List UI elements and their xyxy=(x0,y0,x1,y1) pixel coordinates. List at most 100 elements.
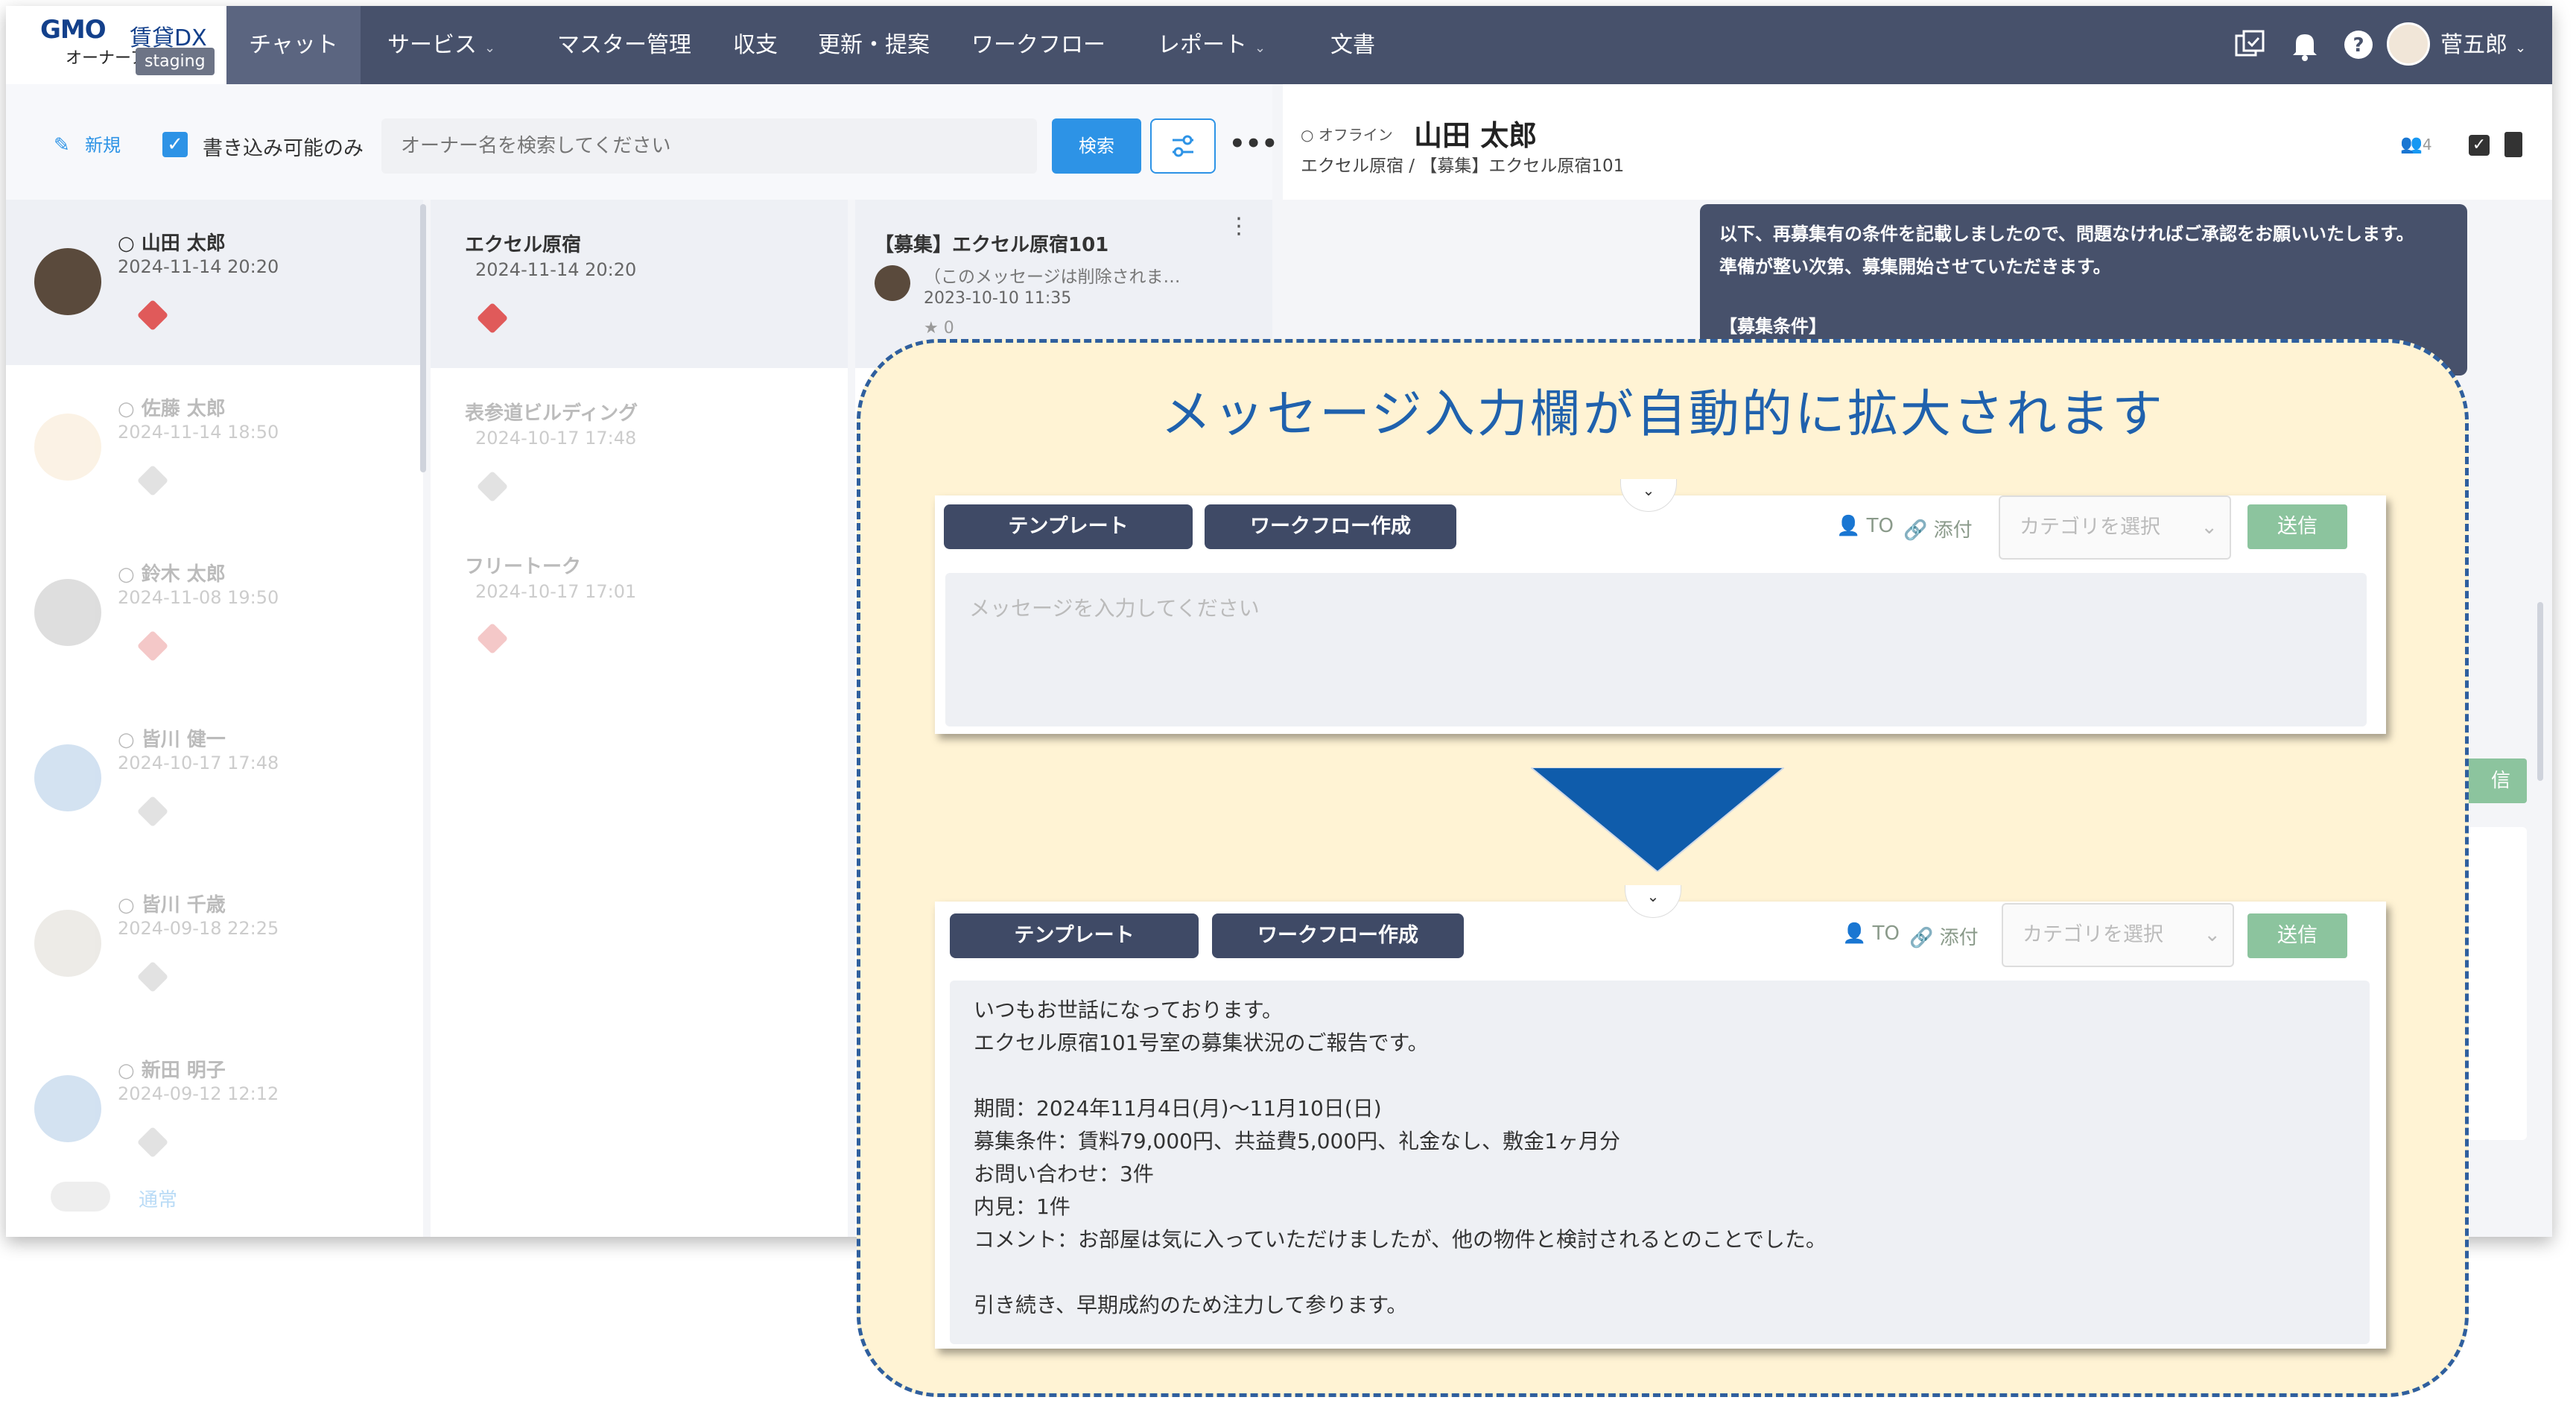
owner-name: ○ 山田 太郎 xyxy=(118,232,226,255)
owner-name: ○ 皆川 健一 xyxy=(118,729,226,751)
collapse-handle-icon[interactable]: ⌄ xyxy=(1625,885,1681,918)
avatar xyxy=(34,1075,101,1142)
nav-renewal[interactable]: 更新・提案 xyxy=(818,6,930,84)
breadcrumb[interactable]: エクセル原宿 / 【募集】エクセル原宿101 xyxy=(1301,151,1624,177)
scrollbar[interactable] xyxy=(2537,602,2543,781)
avatar xyxy=(34,248,101,315)
nav-service[interactable]: サービス ⌄ xyxy=(387,6,495,84)
category-select[interactable]: カテゴリを選択 ⌄ xyxy=(1999,495,2231,560)
send-button[interactable]: 送信 xyxy=(2247,504,2347,549)
logo[interactable]: GMO 賃貸DX オーナーア staging xyxy=(6,6,226,84)
members-icon[interactable]: 👥4 xyxy=(2400,133,2432,154)
to-button[interactable]: 👤 TO xyxy=(1842,922,1900,945)
category-select[interactable]: カテゴリを選択 ⌄ xyxy=(2002,903,2234,967)
owner-list: ○ 山田 太郎 2024-11-14 20:20 ○ 佐藤 太郎 2024-11… xyxy=(6,200,426,1237)
star-icon[interactable]: ★ 0 xyxy=(924,319,954,338)
document-icon[interactable] xyxy=(2504,132,2522,157)
owner-date: 2024-11-14 18:50 xyxy=(118,422,279,443)
input-panel-before: ⌄ テンプレート ワークフロー作成 👤 TO 🔗 添付 カテゴリを選択 ⌄ 送信 … xyxy=(935,479,2386,734)
attach-button[interactable]: 🔗 添付 xyxy=(1909,922,1979,950)
avatar xyxy=(34,910,101,977)
new-button[interactable]: ✎ 新規 xyxy=(54,130,121,156)
owner-date: 2024-09-18 22:25 xyxy=(118,918,279,939)
create-workflow-button[interactable]: ワークフロー作成 xyxy=(1205,504,1456,549)
tag-icon xyxy=(476,622,509,655)
owner-date: 2024-09-12 12:12 xyxy=(118,1083,279,1104)
property-name: フリートーク xyxy=(465,556,582,578)
list-item[interactable]: ○ 佐藤 太郎 2024-11-14 18:50 xyxy=(6,365,423,531)
list-item[interactable]: フリートーク 2024-10-17 17:01 xyxy=(431,536,848,705)
avatar xyxy=(34,414,101,481)
list-item[interactable]: エクセル原宿 2024-11-14 20:20 xyxy=(431,200,848,368)
tag-icon xyxy=(136,630,169,662)
property-name: 表参道ビルディング xyxy=(465,402,638,425)
avatar xyxy=(34,744,101,811)
collapse-handle-icon[interactable]: ⌄ xyxy=(1620,479,1677,512)
message-placeholder: メッセージを入力してください xyxy=(969,596,1260,621)
message-input[interactable]: メッセージを入力してください xyxy=(945,573,2367,726)
scrollbar[interactable] xyxy=(420,204,426,472)
user-menu[interactable]: 菅五郎 ⌄ xyxy=(2440,6,2526,84)
create-workflow-button[interactable]: ワークフロー作成 xyxy=(1212,913,1464,958)
input-panel-after: ⌄ テンプレート ワークフロー作成 👤 TO 🔗 添付 カテゴリを選択 ⌄ 送信 … xyxy=(935,885,2386,1349)
mode-toggle[interactable] xyxy=(51,1182,110,1212)
list-item[interactable]: ○ 鈴木 太郎 2024-11-08 19:50 xyxy=(6,531,423,696)
mode-toggle-label: 通常 xyxy=(139,1189,178,1212)
room-title: 【募集】エクセル原宿101 xyxy=(875,234,1109,256)
message-line: エクセル原宿101号室の募集状況のご報告です。 xyxy=(974,1030,1429,1055)
message-line: 期間：2024年11月4日(月)～11月10日(日) xyxy=(974,1096,1382,1121)
more-icon[interactable]: ••• xyxy=(1229,129,1278,159)
status-offline: ○ オフライン xyxy=(1301,126,1393,144)
tag-icon xyxy=(136,960,169,993)
window-switch-icon[interactable] xyxy=(2233,28,2266,68)
tag-icon xyxy=(136,299,169,332)
property-list: エクセル原宿 2024-11-14 20:20 表参道ビルディング 2024-1… xyxy=(431,200,848,1237)
to-button[interactable]: 👤 TO xyxy=(1836,515,1894,537)
chevron-down-icon: ⌄ xyxy=(2201,516,2218,539)
callout-title: メッセージ入力欄が自動的に拡大されます xyxy=(1161,385,2165,444)
room-date: 2023-10-10 11:35 xyxy=(924,289,1072,308)
nav-documents[interactable]: 文書 xyxy=(1330,6,1375,84)
nav-workflow[interactable]: ワークフロー xyxy=(971,6,1105,84)
message-input[interactable]: いつもお世話になっております。 エクセル原宿101号室の募集状況のご報告です。 … xyxy=(950,981,2370,1344)
chevron-down-icon: ⌄ xyxy=(484,40,496,56)
task-check-icon[interactable]: ✓ xyxy=(2469,135,2490,156)
tag-icon xyxy=(476,302,509,335)
list-item[interactable]: ○ 山田 太郎 2024-11-14 20:20 xyxy=(6,200,423,365)
bell-icon[interactable] xyxy=(2290,28,2320,68)
nav-master[interactable]: マスター管理 xyxy=(557,6,691,84)
user-avatar[interactable] xyxy=(2387,22,2430,66)
message-line: 内見：1件 xyxy=(974,1194,1070,1219)
owner-date: 2024-11-14 20:20 xyxy=(118,256,279,277)
paperclip-icon: 🔗 xyxy=(1909,927,1934,949)
list-item[interactable]: 表参道ビルディング 2024-10-17 17:48 xyxy=(431,368,848,536)
template-button[interactable]: テンプレート xyxy=(944,504,1193,549)
nav-report[interactable]: レポート ⌄ xyxy=(1158,6,1266,84)
attach-button[interactable]: 🔗 添付 xyxy=(1903,515,1973,542)
filter-settings-icon[interactable] xyxy=(1150,118,1216,174)
chat-owner-name: 山田 太郎 xyxy=(1414,119,1538,152)
nav-balance[interactable]: 収支 xyxy=(733,6,778,84)
person-icon: 👤 xyxy=(1842,922,1867,945)
kebab-menu-icon[interactable]: ⋮ xyxy=(1228,213,1250,239)
help-icon[interactable]: ? xyxy=(2342,28,2375,68)
tag-icon xyxy=(136,795,169,828)
owner-search-input[interactable] xyxy=(381,118,1037,174)
avatar xyxy=(875,265,910,301)
list-item[interactable]: ○ 新田 明子 2024-09-12 12:12 xyxy=(6,1027,423,1192)
logo-subtitle: オーナーア xyxy=(66,49,147,68)
list-item[interactable]: ○ 皆川 千歳 2024-09-18 22:25 xyxy=(6,861,423,1027)
nav-chat[interactable]: チャット xyxy=(226,6,361,84)
owner-date: 2024-10-17 17:48 xyxy=(118,753,279,773)
template-button[interactable]: テンプレート xyxy=(950,913,1199,958)
chevron-down-icon: ⌄ xyxy=(1254,40,1266,56)
message-line: 募集条件：賃料79,000円、共益費5,000円、礼金なし、敷金1ヶ月分 xyxy=(974,1129,1620,1153)
property-date: 2024-10-17 17:48 xyxy=(475,428,637,449)
message-line: お問い合わせ：3件 xyxy=(974,1162,1154,1186)
search-button[interactable]: 検索 xyxy=(1052,118,1141,174)
logo-gmo: GMO xyxy=(40,15,107,45)
send-button[interactable]: 送信 xyxy=(2247,913,2347,958)
list-item[interactable]: ○ 皆川 健一 2024-10-17 17:48 xyxy=(6,696,423,861)
down-arrow-icon xyxy=(1531,767,1784,872)
writable-only-checkbox[interactable]: ✓ xyxy=(162,132,188,157)
